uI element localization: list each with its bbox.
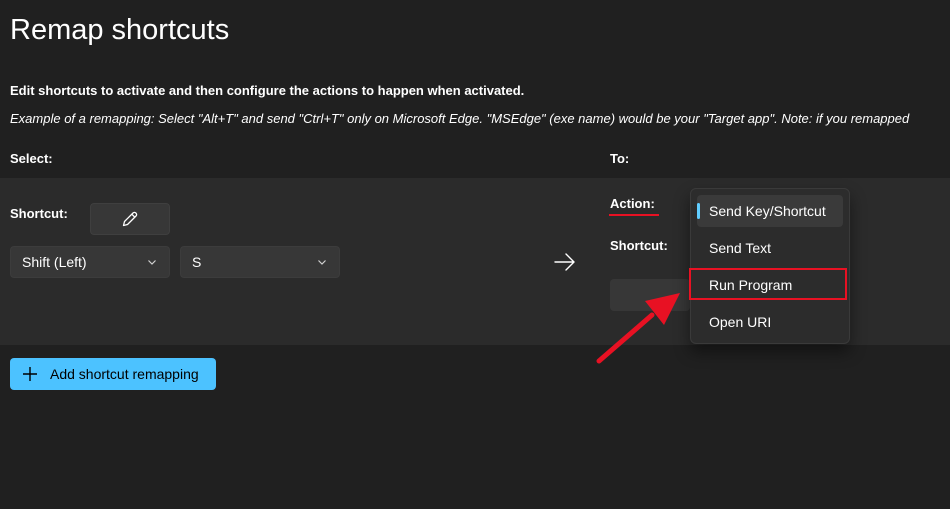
add-button-label: Add shortcut remapping: [50, 366, 199, 382]
plus-icon: [22, 366, 38, 382]
to-column-label: To:: [610, 151, 630, 166]
key-combobox[interactable]: S: [180, 246, 340, 278]
page-description: Edit shortcuts to activate and then conf…: [10, 83, 525, 98]
select-shortcut-label: Shortcut:: [10, 206, 68, 221]
add-shortcut-remapping-button[interactable]: Add shortcut remapping: [10, 358, 216, 390]
chevron-down-icon: [316, 256, 328, 268]
menu-item-send-key-shortcut[interactable]: Send Key/Shortcut: [697, 195, 843, 227]
edit-shortcut-button[interactable]: [90, 203, 170, 235]
modifier-key-combobox[interactable]: Shift (Left): [10, 246, 170, 278]
page-title: Remap shortcuts: [10, 14, 230, 46]
menu-item-label: Send Text: [709, 240, 772, 256]
modifier-key-value: Shift (Left): [22, 254, 87, 270]
action-label: Action:: [610, 196, 655, 211]
menu-item-label: Send Key/Shortcut: [709, 203, 826, 219]
annotation-highlight-box: [689, 268, 847, 300]
menu-item-label: Open URI: [709, 314, 772, 330]
key-value: S: [192, 254, 202, 270]
annotation-arrow-icon: [590, 285, 685, 370]
arrow-right-icon: [552, 250, 578, 279]
menu-item-open-uri[interactable]: Open URI: [697, 306, 843, 338]
action-dropdown-menu: Send Key/Shortcut Send Text Run Program …: [690, 188, 850, 344]
menu-item-send-text[interactable]: Send Text: [697, 232, 843, 264]
annotation-underline: [609, 214, 659, 216]
pencil-icon: [120, 209, 140, 229]
select-column-label: Select:: [10, 151, 53, 166]
to-shortcut-label: Shortcut:: [610, 238, 668, 253]
example-text: Example of a remapping: Select "Alt+T" a…: [10, 111, 910, 126]
selection-indicator: [697, 203, 700, 219]
chevron-down-icon: [146, 256, 158, 268]
